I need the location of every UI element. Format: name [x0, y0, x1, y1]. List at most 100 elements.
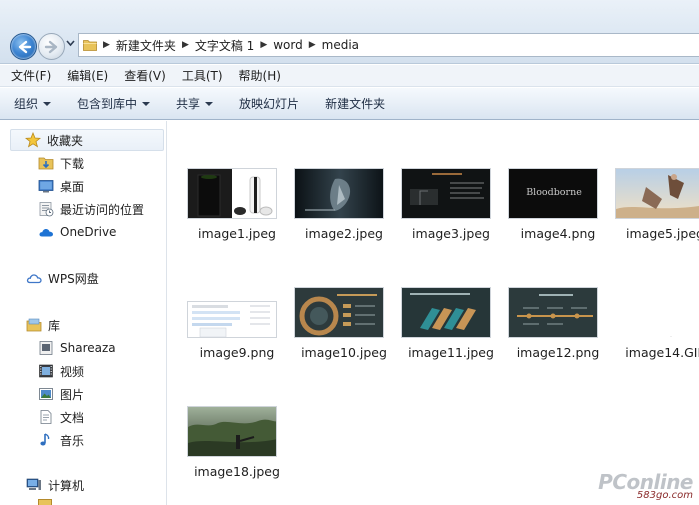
menu-tools[interactable]: 工具(T)	[182, 67, 223, 84]
chevron-right-icon[interactable]: ▶	[260, 40, 267, 50]
sidebar-item-pictures[interactable]: 图片	[38, 383, 84, 405]
chevron-right-icon[interactable]: ▶	[182, 40, 189, 50]
share-label: 共享	[176, 97, 201, 111]
picture-icon	[39, 388, 53, 400]
forward-button[interactable]	[38, 33, 65, 60]
breadcrumb-item[interactable]: 新建文件夹	[116, 37, 176, 54]
sidebar-item-onedrive[interactable]: OneDrive	[38, 221, 116, 243]
file-name: image14.GIF	[625, 345, 699, 360]
sidebar-item-label: 桌面	[60, 179, 85, 194]
sidebar-item-shareaza[interactable]: Shareaza	[38, 337, 116, 359]
sidebar-item-label: 最近访问的位置	[60, 202, 145, 217]
image-thumbnail-icon	[188, 302, 276, 337]
sidebar-item-favorites[interactable]: 收藏夹	[10, 129, 164, 151]
watermark: PConline 583go.com	[598, 470, 693, 501]
file-name: image11.jpeg	[408, 345, 494, 360]
file-name: image3.jpeg	[412, 226, 490, 241]
chevron-down-icon	[142, 101, 151, 106]
command-bar: 组织 包含到库中 共享 放映幻灯片 新建文件夹	[0, 88, 699, 120]
breadcrumb-item[interactable]: media	[322, 38, 359, 52]
sidebar-item-label: 收藏夹	[47, 133, 84, 148]
sidebar-item-recent-places[interactable]: 最近访问的位置	[38, 198, 144, 220]
sidebar-item-music[interactable]: 音乐	[38, 429, 84, 451]
chevron-down-icon	[43, 101, 52, 106]
sidebar-item-downloads[interactable]: 下载	[38, 152, 84, 174]
slideshow-label: 放映幻灯片	[239, 97, 300, 111]
desktop-icon	[38, 180, 54, 193]
menu-view[interactable]: 查看(V)	[124, 67, 166, 84]
organize-button[interactable]: 组织	[14, 95, 52, 112]
breadcrumb-item[interactable]: word	[273, 38, 303, 52]
file-name: image9.png	[199, 345, 275, 360]
shareaza-icon	[39, 341, 53, 355]
file-name: image4.png	[520, 226, 596, 241]
organize-label: 组织	[14, 97, 39, 111]
new-folder-button[interactable]: 新建文件夹	[325, 95, 385, 112]
menu-edit[interactable]: 编辑(E)	[67, 67, 108, 84]
image-thumbnail-icon	[402, 288, 490, 337]
file-thumbnail	[615, 168, 699, 219]
sidebar-item-label: 图片	[60, 387, 85, 402]
star-icon	[25, 132, 41, 148]
sidebar-item-label: 音乐	[60, 433, 85, 448]
sidebar-item-wps-cloud[interactable]: WPS网盘	[26, 267, 99, 289]
file-thumbnail	[508, 287, 598, 338]
file-thumbnail	[401, 168, 491, 219]
cloud-icon	[39, 228, 53, 237]
image-thumbnail-icon	[402, 169, 490, 218]
folder-icon	[38, 499, 52, 505]
arrow-left-icon	[18, 40, 32, 54]
sidebar-item-videos[interactable]: 视频	[38, 360, 84, 382]
chevron-right-icon[interactable]: ▶	[103, 40, 110, 50]
file-name: image10.jpeg	[301, 345, 387, 360]
file-thumbnail	[294, 287, 384, 338]
sidebar-item-label: 视频	[60, 364, 85, 379]
file-thumbnail	[187, 301, 277, 338]
document-icon	[40, 410, 52, 424]
file-name: image2.jpeg	[305, 226, 383, 241]
include-in-library-label: 包含到库中	[77, 97, 138, 111]
image-thumbnail-icon	[188, 407, 276, 456]
file-thumbnail	[294, 168, 384, 219]
library-icon	[26, 318, 42, 332]
film-icon	[39, 364, 53, 378]
chevron-down-icon	[205, 101, 214, 106]
image-thumbnail-icon	[295, 169, 383, 218]
sidebar-item-libraries[interactable]: 库	[26, 314, 60, 336]
breadcrumb[interactable]: ▶ 新建文件夹 ▶ 文字文稿 1 ▶ word ▶ media	[78, 33, 699, 57]
chevron-right-icon[interactable]: ▶	[309, 40, 316, 50]
file-thumbnail	[401, 287, 491, 338]
image-thumbnail-icon	[188, 169, 276, 218]
include-in-library-button[interactable]: 包含到库中	[77, 95, 151, 112]
sidebar-item-label: 库	[48, 318, 61, 333]
recent-pages-chevron-down-icon[interactable]	[66, 40, 75, 47]
share-button[interactable]: 共享	[176, 95, 214, 112]
menu-help[interactable]: 帮助(H)	[239, 67, 281, 84]
file-thumbnail	[615, 287, 699, 338]
menu-file[interactable]: 文件(F)	[11, 67, 51, 84]
file-thumbnail	[187, 168, 277, 219]
back-button[interactable]	[10, 33, 37, 60]
thumbnail-text: Bloodborne	[526, 187, 582, 198]
folder-icon	[83, 40, 97, 51]
sidebar-item-label: Shareaza	[60, 341, 116, 355]
navigation-pane: 收藏夹 下载 桌面 最近访问的位置 OneDrive WPS网盘 库 Share…	[0, 121, 167, 505]
new-folder-label: 新建文件夹	[325, 97, 386, 111]
menu-bar: 文件(F) 编辑(E) 查看(V) 工具(T) 帮助(H)	[0, 65, 699, 87]
computer-icon	[26, 478, 41, 490]
breadcrumb-item[interactable]: 文字文稿 1	[195, 37, 254, 54]
sidebar-item-desktop[interactable]: 桌面	[38, 175, 84, 197]
image-thumbnail-icon	[509, 288, 597, 337]
sidebar-item-label: 下载	[60, 156, 85, 171]
sidebar-item-label: 计算机	[48, 478, 85, 493]
music-note-icon	[40, 433, 50, 446]
slideshow-button[interactable]: 放映幻灯片	[239, 95, 299, 112]
file-name: image5.jpeg	[626, 226, 699, 241]
file-thumbnail: Bloodborne	[508, 168, 598, 219]
sidebar-item-documents[interactable]: 文档	[38, 406, 84, 428]
sidebar-item-computer[interactable]: 计算机	[26, 474, 84, 496]
gif-blank-icon	[616, 288, 699, 337]
downloads-folder-icon	[38, 157, 54, 170]
wps-cloud-icon	[26, 274, 42, 284]
image-thumbnail-icon	[616, 169, 699, 218]
